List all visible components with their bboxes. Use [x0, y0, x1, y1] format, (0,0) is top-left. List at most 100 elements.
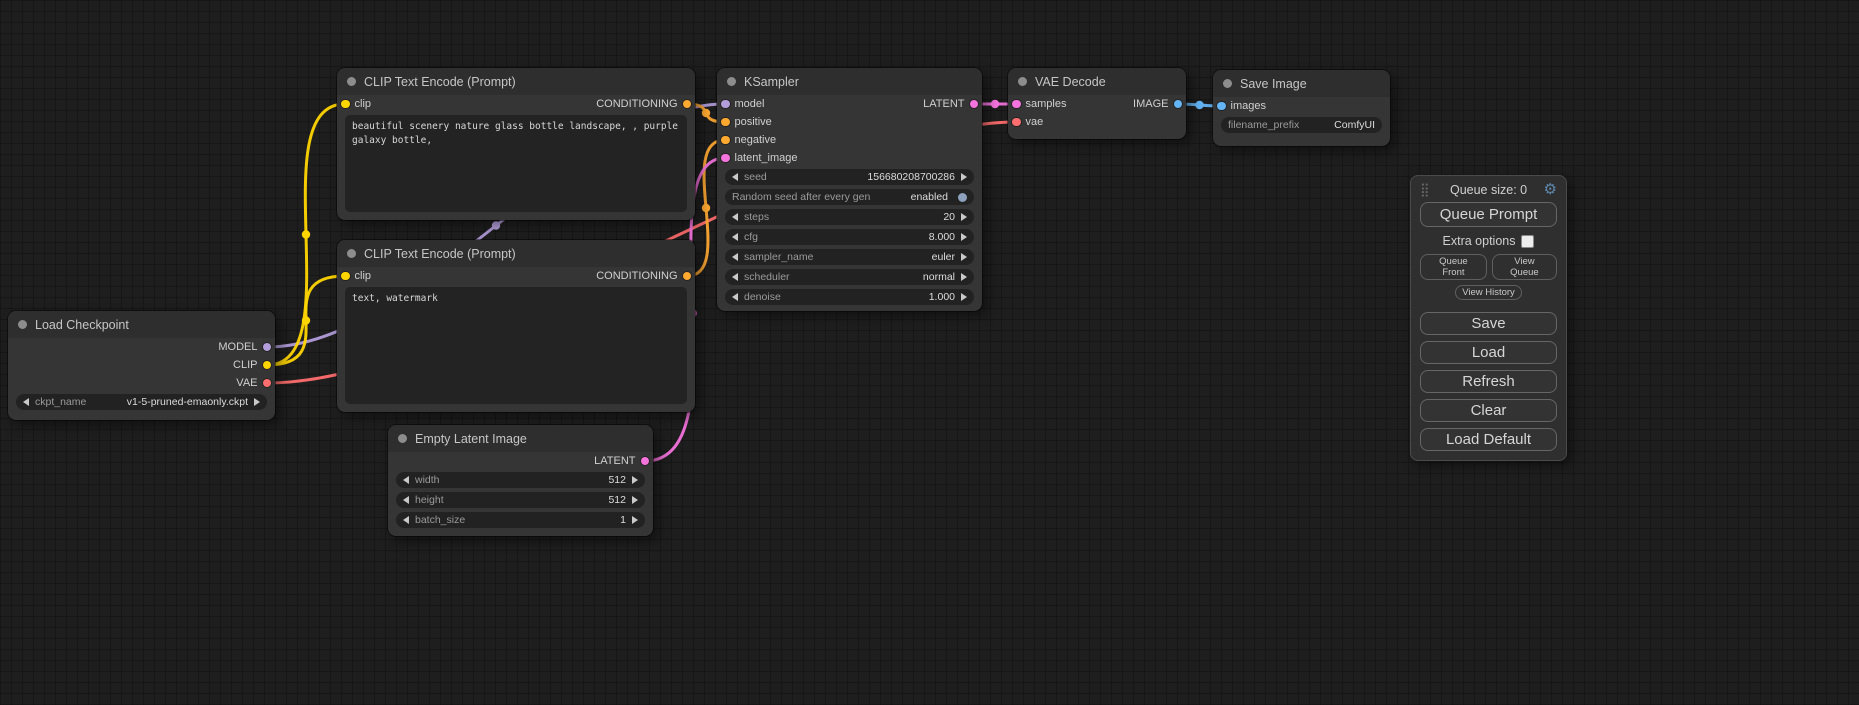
conditioning-port-icon[interactable]	[721, 136, 730, 145]
output-slot-latent[interactable]: LATENT	[923, 98, 978, 110]
prev-arrow-icon[interactable]	[23, 398, 29, 406]
input-slot-images[interactable]: images	[1217, 100, 1266, 112]
node-title-bar[interactable]: KSampler	[717, 68, 982, 95]
node-title-bar[interactable]: Save Image	[1213, 70, 1390, 97]
node-title-bar[interactable]: Empty Latent Image	[388, 425, 653, 452]
increment-arrow-icon[interactable]	[961, 173, 967, 181]
queue-front-button[interactable]: Queue Front	[1420, 254, 1487, 280]
latent-port-icon[interactable]	[970, 100, 979, 109]
vae-port-icon[interactable]	[263, 379, 272, 388]
extra-options-checkbox[interactable]	[1521, 235, 1534, 248]
vae-port-icon[interactable]	[1012, 118, 1021, 127]
input-slot-model[interactable]: model	[721, 98, 764, 110]
node-load-checkpoint[interactable]: Load Checkpoint MODEL CLIP VAE ckpt_name	[8, 311, 275, 420]
clip-port-icon[interactable]	[341, 100, 350, 109]
decrement-arrow-icon[interactable]	[403, 516, 409, 524]
widget-width[interactable]: width 512	[396, 472, 645, 488]
input-slot-clip[interactable]: clip	[341, 270, 371, 282]
save-button[interactable]: Save	[1420, 312, 1557, 335]
load-default-button[interactable]: Load Default	[1420, 428, 1557, 451]
node-title-bar[interactable]: Load Checkpoint	[8, 311, 275, 338]
node-title-bar[interactable]: CLIP Text Encode (Prompt)	[337, 240, 695, 267]
widget-denoise[interactable]: denoise 1.000	[725, 289, 974, 305]
model-port-icon[interactable]	[263, 343, 272, 352]
refresh-button[interactable]: Refresh	[1420, 370, 1557, 393]
decrement-arrow-icon[interactable]	[732, 293, 738, 301]
queue-prompt-button[interactable]: Queue Prompt	[1420, 202, 1557, 227]
collapse-dot-icon[interactable]	[347, 77, 356, 86]
node-ksampler[interactable]: KSampler model LATENT positive negative	[717, 68, 982, 311]
output-slot-model[interactable]: MODEL	[218, 341, 271, 353]
node-title-bar[interactable]: VAE Decode	[1008, 68, 1186, 95]
widget-filename-prefix[interactable]: filename_prefix ComfyUI	[1221, 117, 1382, 133]
node-clip-text-encode-positive[interactable]: CLIP Text Encode (Prompt) clip CONDITION…	[337, 68, 695, 220]
widget-batch-size[interactable]: batch_size 1	[396, 512, 645, 528]
increment-arrow-icon[interactable]	[632, 496, 638, 504]
input-slot-clip[interactable]: clip	[341, 98, 371, 110]
collapse-dot-icon[interactable]	[398, 434, 407, 443]
input-slot-positive[interactable]: positive	[721, 116, 772, 128]
collapse-dot-icon[interactable]	[1018, 77, 1027, 86]
node-clip-text-encode-negative[interactable]: CLIP Text Encode (Prompt) clip CONDITION…	[337, 240, 695, 412]
input-slot-samples[interactable]: samples	[1012, 98, 1066, 110]
load-button[interactable]: Load	[1420, 341, 1557, 364]
decrement-arrow-icon[interactable]	[732, 233, 738, 241]
latent-port-icon[interactable]	[721, 154, 730, 163]
widget-height[interactable]: height 512	[396, 492, 645, 508]
conditioning-port-icon[interactable]	[683, 100, 692, 109]
increment-arrow-icon[interactable]	[961, 233, 967, 241]
settings-gear-icon[interactable]: ⚙	[1544, 182, 1557, 197]
prompt-text-input[interactable]: beautiful scenery nature glass bottle la…	[345, 115, 687, 212]
input-slot-vae[interactable]: vae	[1012, 116, 1043, 128]
output-slot-conditioning[interactable]: CONDITIONING	[596, 270, 691, 282]
latent-port-icon[interactable]	[1012, 100, 1021, 109]
toggle-dot-icon[interactable]	[958, 193, 967, 202]
collapse-dot-icon[interactable]	[18, 320, 27, 329]
decrement-arrow-icon[interactable]	[732, 173, 738, 181]
output-slot-conditioning[interactable]: CONDITIONING	[596, 98, 691, 110]
node-title-bar[interactable]: CLIP Text Encode (Prompt)	[337, 68, 695, 95]
next-arrow-icon[interactable]	[961, 273, 967, 281]
prev-arrow-icon[interactable]	[732, 273, 738, 281]
output-slot-latent[interactable]: LATENT	[594, 455, 649, 467]
increment-arrow-icon[interactable]	[632, 516, 638, 524]
widget-steps[interactable]: steps 20	[725, 209, 974, 225]
image-port-icon[interactable]	[1174, 100, 1183, 109]
increment-arrow-icon[interactable]	[632, 476, 638, 484]
image-port-icon[interactable]	[1217, 102, 1226, 111]
widget-cfg[interactable]: cfg 8.000	[725, 229, 974, 245]
view-queue-button[interactable]: View Queue	[1492, 254, 1557, 280]
drag-handle-icon[interactable]: ⣿	[1420, 183, 1430, 196]
queue-menu-panel[interactable]: ⣿ Queue size: 0 ⚙ Queue Prompt Extra opt…	[1410, 175, 1567, 461]
collapse-dot-icon[interactable]	[727, 77, 736, 86]
decrement-arrow-icon[interactable]	[403, 476, 409, 484]
collapse-dot-icon[interactable]	[347, 249, 356, 258]
widget-seed[interactable]: seed 156680208700286	[725, 169, 974, 185]
next-arrow-icon[interactable]	[961, 253, 967, 261]
view-history-button[interactable]: View History	[1455, 285, 1522, 300]
decrement-arrow-icon[interactable]	[732, 213, 738, 221]
model-port-icon[interactable]	[721, 100, 730, 109]
increment-arrow-icon[interactable]	[961, 213, 967, 221]
conditioning-port-icon[interactable]	[721, 118, 730, 127]
output-slot-vae[interactable]: VAE	[236, 377, 271, 389]
input-slot-negative[interactable]: negative	[721, 134, 776, 146]
clip-port-icon[interactable]	[263, 361, 272, 370]
decrement-arrow-icon[interactable]	[403, 496, 409, 504]
collapse-dot-icon[interactable]	[1223, 79, 1232, 88]
clear-button[interactable]: Clear	[1420, 399, 1557, 422]
output-slot-clip[interactable]: CLIP	[233, 359, 271, 371]
increment-arrow-icon[interactable]	[961, 293, 967, 301]
node-save-image[interactable]: Save Image images filename_prefix ComfyU…	[1213, 70, 1390, 146]
widget-scheduler[interactable]: scheduler normal	[725, 269, 974, 285]
widget-sampler-name[interactable]: sampler_name euler	[725, 249, 974, 265]
conditioning-port-icon[interactable]	[683, 272, 692, 281]
prev-arrow-icon[interactable]	[732, 253, 738, 261]
latent-port-icon[interactable]	[641, 457, 650, 466]
output-slot-image[interactable]: IMAGE	[1133, 98, 1182, 110]
clip-port-icon[interactable]	[341, 272, 350, 281]
node-canvas[interactable]: Load Checkpoint MODEL CLIP VAE ckpt_name	[0, 0, 1859, 705]
prompt-text-input[interactable]: text, watermark	[345, 287, 687, 404]
node-empty-latent-image[interactable]: Empty Latent Image LATENT width 512 heig…	[388, 425, 653, 536]
next-arrow-icon[interactable]	[254, 398, 260, 406]
